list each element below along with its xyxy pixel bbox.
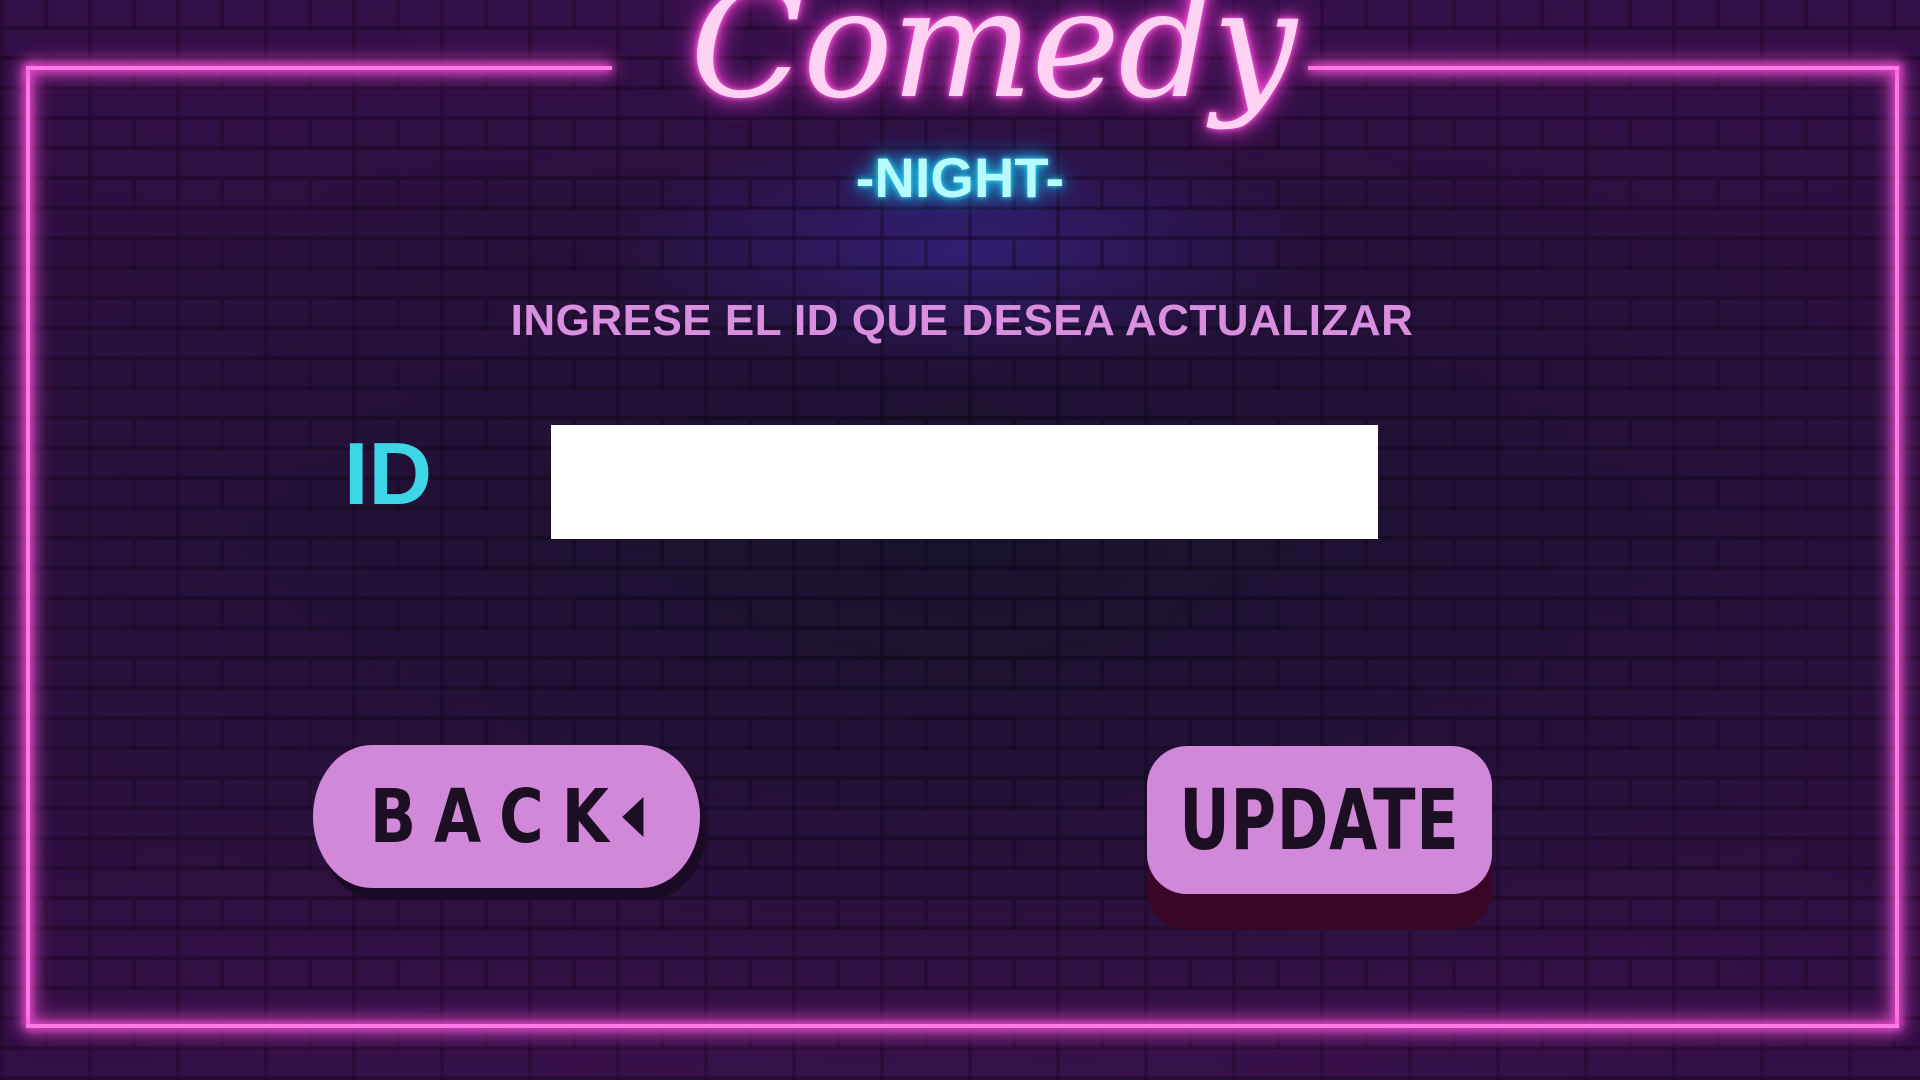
comedy-night-logo: Comedy -NIGHT-: [690, 0, 1297, 240]
logo-night-text: -NIGHT-: [855, 146, 1065, 209]
back-button[interactable]: BACK: [313, 745, 701, 888]
neon-frame-left: [26, 66, 30, 1026]
page-heading: INGRESE EL ID QUE DESEA ACTUALIZAR: [510, 296, 1414, 345]
app-screen: Comedy -NIGHT- INGRESE EL ID QUE DESEA A…: [0, 0, 1920, 1080]
id-field-label: ID: [344, 424, 432, 523]
update-button[interactable]: UPDATE: [1147, 746, 1492, 894]
neon-frame-top-left: [26, 66, 612, 70]
neon-frame-right: [1895, 66, 1899, 1026]
triangle-left-icon: [621, 796, 644, 837]
id-input[interactable]: [551, 425, 1378, 539]
neon-frame-top-right: [1308, 66, 1899, 70]
logo-comedy-text: Comedy: [690, 0, 1297, 132]
back-button-label: BACK: [369, 773, 627, 860]
neon-frame-bottom: [26, 1024, 1899, 1028]
update-button-label: UPDATE: [1179, 771, 1460, 869]
